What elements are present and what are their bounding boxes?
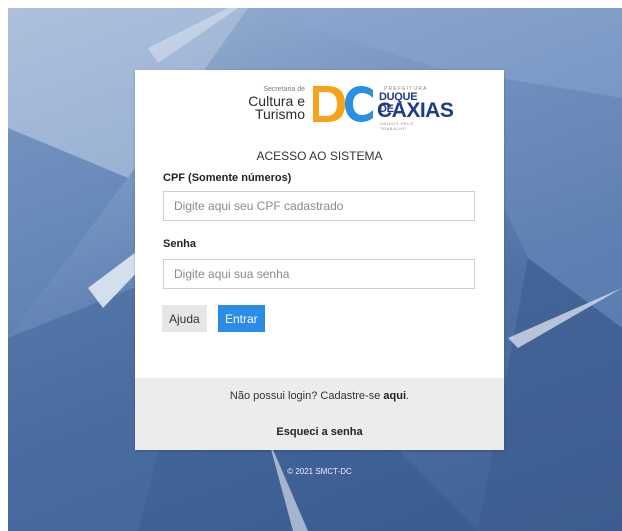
copyright-text: © 2021 SMCT-DC bbox=[287, 467, 352, 476]
forgot-password-link[interactable]: Esqueci a senha bbox=[135, 426, 504, 438]
register-period: . bbox=[406, 390, 410, 402]
senha-label: Senha bbox=[163, 238, 197, 250]
login-card: Secretaria de Cultura e Turismo PREFEITU… bbox=[135, 70, 504, 450]
page-title: ACESSO AO SISTEMA bbox=[256, 149, 383, 163]
senha-input[interactable] bbox=[163, 259, 475, 289]
page: Secretaria de Cultura e Turismo PREFEITU… bbox=[0, 0, 622, 531]
cpf-label: CPF (Somente números) bbox=[163, 172, 292, 184]
prefeitura-tagline: UNIDOS PELO TRABALHO bbox=[380, 121, 414, 131]
help-button[interactable]: Ajuda bbox=[162, 305, 207, 332]
enter-button[interactable]: Entrar bbox=[218, 305, 265, 332]
register-prompt: Não possui login? Cadastre-se aqui. bbox=[135, 390, 504, 402]
secretaria-line2: Turismo bbox=[254, 106, 305, 122]
secretaria-logo-text: Cultura e Turismo bbox=[227, 94, 305, 122]
secretaria-small-text: Secretaria de bbox=[263, 86, 305, 93]
caxias-text: CAXIAS bbox=[377, 99, 454, 122]
dc-logo-icon bbox=[313, 86, 373, 122]
logo-area: Secretaria de Cultura e Turismo PREFEITU… bbox=[227, 82, 454, 131]
cpf-input[interactable] bbox=[163, 191, 475, 221]
register-text: Não possui login? Cadastre-se bbox=[229, 390, 381, 402]
card-footer: Não possui login? Cadastre-se aqui. Esqu… bbox=[135, 378, 504, 450]
register-link[interactable]: aqui bbox=[383, 390, 406, 402]
